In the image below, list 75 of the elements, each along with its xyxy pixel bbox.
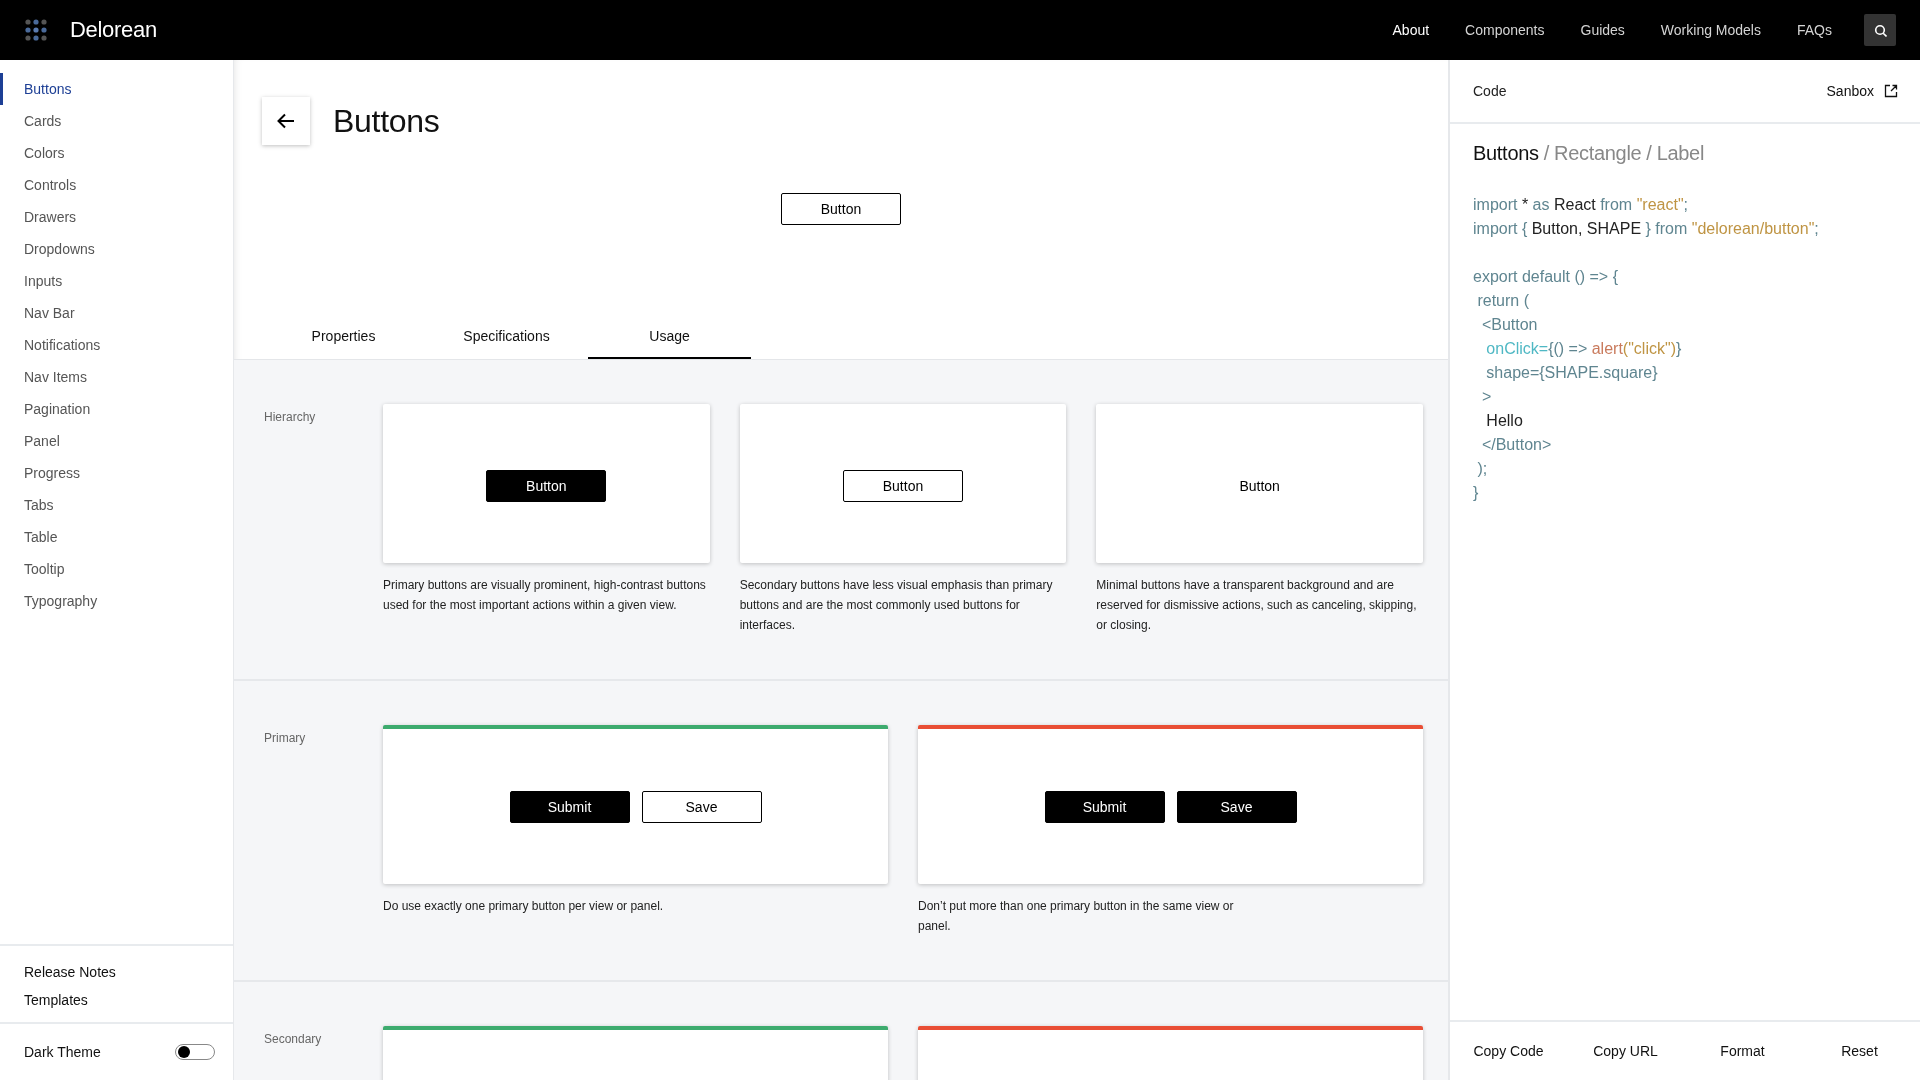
button[interactable]: Submit <box>509 790 630 823</box>
sidebar-item[interactable]: Inputs <box>0 265 233 297</box>
tab[interactable]: Specifications <box>425 315 588 359</box>
nav-link[interactable]: Working Models <box>1660 22 1761 38</box>
code-line: export default () => { <box>1473 267 1619 287</box>
section-label: Hierarchy <box>264 409 317 426</box>
code-line: </Button> <box>1480 435 1553 455</box>
sidebar-item[interactable]: Tooltip <box>0 553 233 585</box>
card-description: Do use exactly one primary button per view or panel. <box>383 898 665 915</box>
breadcrumb-separator: / <box>1543 142 1549 165</box>
code-line: return ( <box>1476 291 1530 311</box>
logo-icon <box>24 18 48 42</box>
button[interactable]: Button <box>781 193 901 225</box>
sidebar-item[interactable]: Controls <box>0 169 233 201</box>
action-button[interactable]: Copy Code <box>1450 1022 1567 1080</box>
code-line: <Button <box>1480 315 1539 335</box>
sidebar-item[interactable]: Tabs <box>0 489 233 521</box>
breadcrumb-separator: / <box>1646 142 1652 165</box>
back-button[interactable] <box>262 97 310 145</box>
sidebar-link[interactable]: Release Notes <box>0 958 233 986</box>
card-description: Primary buttons are visually prominent, high-contrast buttons used for the most important actions within a given view. <box>383 577 707 614</box>
sidebar-item[interactable]: Pagination <box>0 393 233 425</box>
sidebar-item[interactable]: Colors <box>0 137 233 169</box>
action-button[interactable]: Copy URL <box>1567 1022 1684 1080</box>
search-icon <box>1873 23 1887 37</box>
action-button[interactable]: Format <box>1684 1022 1801 1080</box>
button[interactable]: Save <box>1176 790 1297 823</box>
external-link-icon <box>1884 84 1898 98</box>
panel-title: Code <box>1473 83 1507 99</box>
sandbox-link[interactable]: Sanbox <box>1826 83 1898 99</box>
code-line: import * as React from "react"; <box>1473 195 1689 215</box>
section-label: Secondary <box>264 1031 323 1048</box>
button[interactable]: Button <box>843 469 963 502</box>
sidebar-item[interactable]: Dropdowns <box>0 233 233 265</box>
toggle-label: Dark Theme <box>24 1044 101 1060</box>
code-line: > <box>1480 387 1493 407</box>
sidebar-item[interactable]: Cards <box>0 105 233 137</box>
nav-link[interactable]: Components <box>1465 22 1545 38</box>
button[interactable]: Button <box>1199 469 1320 502</box>
code-line: } <box>1473 483 1480 503</box>
back-arrow-icon <box>277 112 295 130</box>
sidebar-item[interactable]: Nav Items <box>0 361 233 393</box>
theme-toggle[interactable] <box>175 1044 215 1060</box>
nav-link[interactable]: FAQs <box>1797 22 1832 38</box>
breadcrumb-item: Buttons <box>1473 142 1539 165</box>
sidebar-item[interactable]: Panel <box>0 425 233 457</box>
sidebar-item[interactable]: Nav Bar <box>0 297 233 329</box>
logo-text: Delorean <box>70 17 157 43</box>
code-line: Hello <box>1485 411 1524 431</box>
search-button[interactable] <box>1864 14 1896 46</box>
code-line: onClick={() => alert("click")} <box>1485 339 1683 359</box>
button[interactable]: Submit <box>1044 790 1165 823</box>
card-description: Minimal buttons have a transparent background and are reserved for dismissive actions, such as canceling, skipping, or closing. <box>1096 577 1418 634</box>
breadcrumb-item[interactable]: Rectangle <box>1554 142 1642 165</box>
action-button[interactable]: Reset <box>1801 1022 1918 1080</box>
section-label: Primary <box>264 730 307 747</box>
tab[interactable]: Properties <box>262 315 425 359</box>
button[interactable]: Save <box>641 790 762 823</box>
sidebar-item[interactable]: Progress <box>0 457 233 489</box>
nav-link[interactable]: About <box>1392 22 1430 38</box>
sidebar-item[interactable]: Drawers <box>0 201 233 233</box>
code-line: ); <box>1476 459 1489 479</box>
sidebar-item[interactable]: Notifications <box>0 329 233 361</box>
card-description: Secondary buttons have less visual emphasis than primary buttons and are the most commonly used buttons for interfaces. <box>739 577 1054 634</box>
code-line: import { Button, SHAPE } from "delorean/button"; <box>1473 219 1820 239</box>
sidebar-link[interactable]: Templates <box>0 986 233 1014</box>
button[interactable]: Button <box>486 469 607 502</box>
nav-link[interactable]: Guides <box>1580 22 1625 38</box>
breadcrumb-item[interactable]: Label <box>1656 142 1705 165</box>
code-line: shape={SHAPE.square} <box>1485 363 1659 383</box>
page-title: Buttons <box>333 102 440 140</box>
sidebar-item[interactable]: Table <box>0 521 233 553</box>
sidebar-item[interactable]: Buttons <box>0 73 233 105</box>
sidebar-item[interactable]: Typography <box>0 585 233 617</box>
card-description: Don’t put more than one primary button in the same view or panel. <box>918 898 1235 935</box>
